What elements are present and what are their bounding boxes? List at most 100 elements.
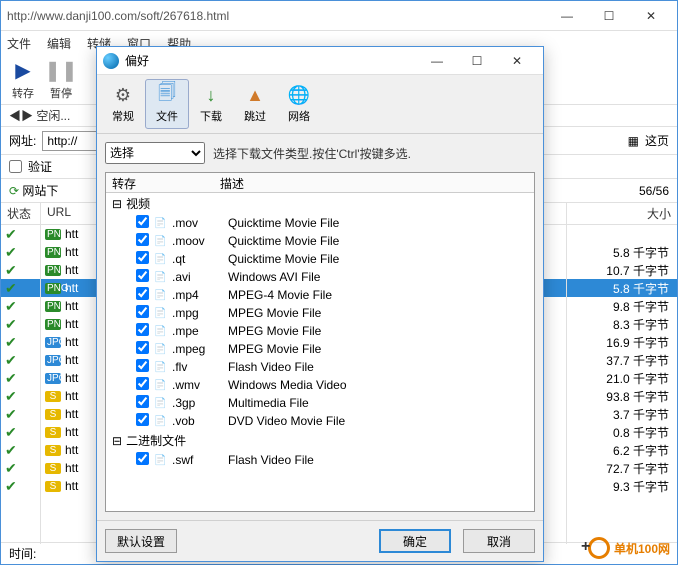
ext-row[interactable]: 📄.flvFlash Video File: [106, 358, 534, 376]
file-icon: 📄: [154, 362, 172, 373]
size-cell[interactable]: 93.8 千字节: [567, 387, 677, 405]
collapse-icon: ⊟: [112, 434, 122, 448]
size-cell[interactable]: 9.3 千字节: [567, 477, 677, 495]
size-cell[interactable]: 9.8 千字节: [567, 297, 677, 315]
col-size-header[interactable]: 大小: [567, 203, 677, 225]
size-cell[interactable]: 3.7 千字节: [567, 405, 677, 423]
status-cell[interactable]: ✔: [1, 459, 40, 477]
status-cell[interactable]: ✔: [1, 225, 40, 243]
pause-button[interactable]: ❚❚ 暂停: [45, 59, 77, 101]
file-icon: 📄: [154, 416, 172, 427]
size-cell[interactable]: 21.0 千字节: [567, 369, 677, 387]
ext-row[interactable]: 📄.wmvWindows Media Video: [106, 376, 534, 394]
pref-tab-下载[interactable]: ↓下载: [189, 79, 233, 129]
check-icon: ✔: [5, 370, 17, 387]
group-binary[interactable]: ⊟ 二进制文件: [106, 430, 534, 451]
ext-checkbox[interactable]: [136, 251, 149, 264]
pref-tab-跳过[interactable]: ▲跳过: [233, 79, 277, 129]
file-icon: 📄: [154, 290, 172, 301]
ext-checkbox[interactable]: [136, 323, 149, 336]
cancel-button[interactable]: 取消: [463, 529, 535, 553]
ext-row[interactable]: 📄.qtQuicktime Movie File: [106, 250, 534, 268]
pref-maximize-button[interactable]: ☐: [457, 48, 497, 74]
ext-row[interactable]: 📄.mpeMPEG Movie File: [106, 322, 534, 340]
check-icon: ✔: [5, 388, 17, 405]
size-cell[interactable]: 6.2 千字节: [567, 441, 677, 459]
status-cell[interactable]: ✔: [1, 315, 40, 333]
pref-tab-文件[interactable]: 🗐文件: [145, 79, 189, 129]
ext-checkbox[interactable]: [136, 233, 149, 246]
address-input[interactable]: [42, 131, 102, 151]
select-dropdown[interactable]: 选择: [105, 142, 205, 164]
status-cell[interactable]: ✔: [1, 279, 40, 297]
ext-row[interactable]: 📄.moovQuicktime Movie File: [106, 232, 534, 250]
ext-row[interactable]: 📄.mp4MPEG-4 Movie File: [106, 286, 534, 304]
status-cell[interactable]: ✔: [1, 423, 40, 441]
status-cell[interactable]: ✔: [1, 297, 40, 315]
size-cell[interactable]: 5.8 千字节: [567, 279, 677, 297]
ext-row[interactable]: 📄.movQuicktime Movie File: [106, 214, 534, 232]
watermark: 单机100网: [588, 537, 670, 559]
verify-checkbox[interactable]: [9, 160, 22, 173]
ext-checkbox[interactable]: [136, 452, 149, 465]
status-cell[interactable]: ✔: [1, 441, 40, 459]
ext-row[interactable]: 📄.mpgMPEG Movie File: [106, 304, 534, 322]
ext-row[interactable]: 📄.vobDVD Video Movie File: [106, 412, 534, 430]
ext-checkbox[interactable]: [136, 413, 149, 426]
check-icon: ✔: [5, 244, 17, 261]
size-cell[interactable]: 72.7 千字节: [567, 459, 677, 477]
ext-checkbox[interactable]: [136, 305, 149, 318]
status-cell[interactable]: ✔: [1, 477, 40, 495]
status-cell[interactable]: ✔: [1, 387, 40, 405]
file-icon: 📄: [154, 380, 172, 391]
ext-name: .qt: [172, 252, 228, 266]
ext-row[interactable]: 📄.swfFlash Video File: [106, 451, 534, 469]
size-cell[interactable]: 10.7 千字节: [567, 261, 677, 279]
ext-row[interactable]: 📄.mpegMPEG Movie File: [106, 340, 534, 358]
site-label: 网站下: [22, 184, 58, 198]
pref-close-button[interactable]: ✕: [497, 48, 537, 74]
save-button[interactable]: ▶ 转存: [7, 59, 39, 101]
ext-row[interactable]: 📄.3gpMultimedia File: [106, 394, 534, 412]
menu-edit[interactable]: 编辑: [47, 35, 71, 52]
status-cell[interactable]: ✔: [1, 405, 40, 423]
ext-col1-header[interactable]: 转存: [106, 173, 214, 192]
ext-row[interactable]: 📄.aviWindows AVI File: [106, 268, 534, 286]
group-video[interactable]: ⊟ 视频: [106, 193, 534, 214]
titlebar: http://www.danji100.com/soft/267618.html…: [1, 1, 677, 31]
pref-minimize-button[interactable]: —: [417, 48, 457, 74]
pref-tabs: ⚙常规🗐文件↓下载▲跳过🌐网络: [97, 75, 543, 134]
ext-checkbox[interactable]: [136, 377, 149, 390]
status-cell[interactable]: ✔: [1, 243, 40, 261]
close-button[interactable]: ✕: [631, 3, 671, 29]
col-status-header[interactable]: 状态: [1, 203, 40, 225]
maximize-button[interactable]: ☐: [589, 3, 629, 29]
ext-checkbox[interactable]: [136, 269, 149, 282]
ext-checkbox[interactable]: [136, 287, 149, 300]
pref-tab-网络[interactable]: 🌐网络: [277, 79, 321, 129]
check-icon: ✔: [5, 298, 17, 315]
status-cell[interactable]: ✔: [1, 369, 40, 387]
default-button[interactable]: 默认设置: [105, 529, 177, 553]
size-cell[interactable]: 37.7 千字节: [567, 351, 677, 369]
size-cell[interactable]: 8.3 千字节: [567, 315, 677, 333]
size-cell[interactable]: [567, 225, 677, 243]
minimize-button[interactable]: —: [547, 3, 587, 29]
ext-col2-header[interactable]: 描述: [214, 173, 534, 192]
pref-tab-常规[interactable]: ⚙常规: [101, 79, 145, 129]
refresh-icon[interactable]: ⟳: [9, 184, 19, 198]
size-cell[interactable]: 0.8 千字节: [567, 423, 677, 441]
ext-checkbox[interactable]: [136, 215, 149, 228]
ext-checkbox[interactable]: [136, 395, 149, 408]
status-cell[interactable]: ✔: [1, 333, 40, 351]
size-cell[interactable]: 5.8 千字节: [567, 243, 677, 261]
status-cell[interactable]: ✔: [1, 261, 40, 279]
file-icon: 📄: [154, 254, 172, 265]
ext-checkbox[interactable]: [136, 341, 149, 354]
menu-file[interactable]: 文件: [7, 35, 31, 52]
status-cell[interactable]: ✔: [1, 351, 40, 369]
ok-button[interactable]: 确定: [379, 529, 451, 553]
size-cell[interactable]: 16.9 千字节: [567, 333, 677, 351]
ext-checkbox[interactable]: [136, 359, 149, 372]
file-icon: 📄: [154, 236, 172, 247]
